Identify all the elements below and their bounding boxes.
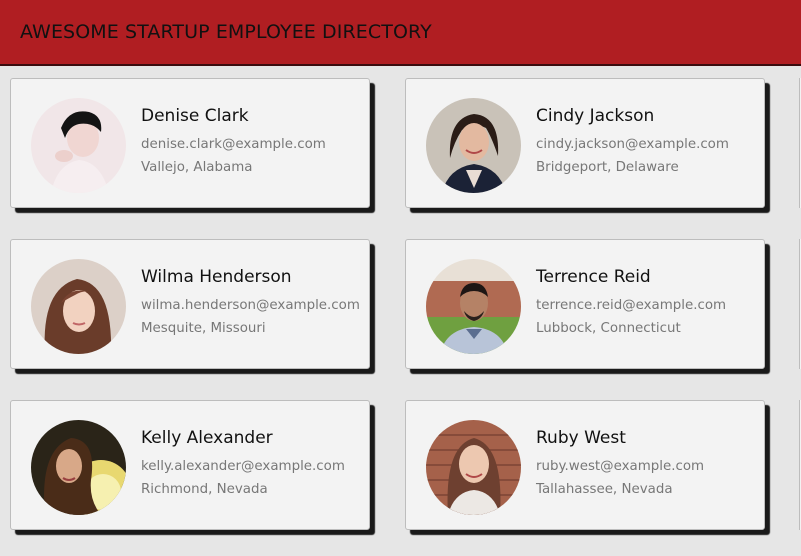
employee-card[interactable]: Ruby West ruby.west@example.com Tallahas… [405, 400, 765, 530]
employee-name: Ruby West [536, 428, 626, 448]
employee-card[interactable]: Terrence Reid terrence.reid@example.com … [405, 239, 765, 369]
employee-location: Bridgeport, Delaware [536, 160, 679, 175]
employee-email: wilma.henderson@example.com [141, 298, 360, 313]
avatar [426, 98, 521, 193]
employee-email: cindy.jackson@example.com [536, 137, 729, 152]
employee-email: ruby.west@example.com [536, 459, 705, 474]
employee-card[interactable]: Cindy Jackson cindy.jackson@example.com … [405, 78, 765, 208]
employee-card[interactable]: Wilma Henderson wilma.henderson@example.… [10, 239, 370, 369]
avatar [426, 259, 521, 354]
avatar [31, 259, 126, 354]
employee-name: Denise Clark [141, 106, 249, 126]
employee-name: Wilma Henderson [141, 267, 292, 287]
employee-email: terrence.reid@example.com [536, 298, 727, 313]
avatar [31, 420, 126, 515]
employee-card[interactable]: Kelly Alexander kelly.alexander@example.… [10, 400, 370, 530]
employee-name: Cindy Jackson [536, 106, 655, 126]
employee-email: kelly.alexander@example.com [141, 459, 345, 474]
employee-card[interactable]: Denise Clark denise.clark@example.com Va… [10, 78, 370, 208]
employee-grid: Denise Clark denise.clark@example.com Va… [0, 0, 801, 556]
employee-location: Tallahassee, Nevada [536, 482, 673, 497]
employee-location: Mesquite, Missouri [141, 321, 266, 336]
employee-name: Kelly Alexander [141, 428, 273, 448]
employee-location: Lubbock, Connecticut [536, 321, 681, 336]
avatar [31, 98, 126, 193]
employee-location: Vallejo, Alabama [141, 160, 253, 175]
avatar [426, 420, 521, 515]
employee-location: Richmond, Nevada [141, 482, 268, 497]
employee-name: Terrence Reid [536, 267, 651, 287]
employee-email: denise.clark@example.com [141, 137, 326, 152]
